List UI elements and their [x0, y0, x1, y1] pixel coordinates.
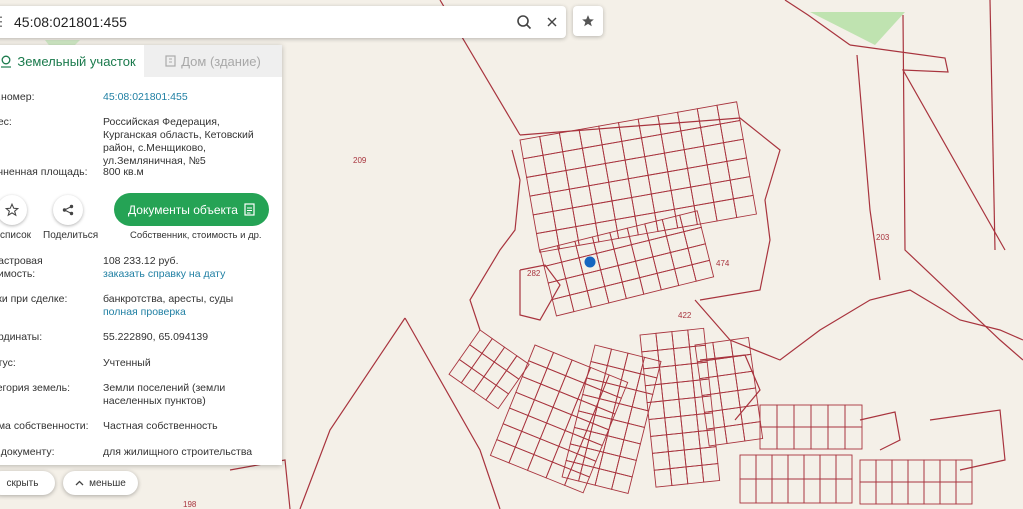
plot-label-282: 282 [527, 269, 541, 278]
area-value: 800 кв.м [103, 166, 144, 178]
chevron-up-icon [75, 480, 84, 486]
object-documents-subtitle: Собственник, стоимость и др. [130, 230, 262, 241]
status-label: атус: [0, 357, 16, 369]
clear-search-button[interactable] [538, 6, 566, 38]
tab-land-plot-label: Земельный участок [17, 53, 136, 69]
close-icon [547, 17, 557, 27]
add-to-list-button[interactable] [0, 195, 27, 225]
plot-label-474: 474 [716, 259, 730, 268]
hide-panel-label: скрыть [6, 477, 39, 489]
permitted-use-value: для жилищного строительства [103, 446, 253, 458]
show-less-button[interactable]: меньше [63, 471, 138, 495]
share-label: Поделиться [43, 230, 99, 241]
status-value: Учтенный [103, 357, 151, 369]
hide-panel-button[interactable]: скрыть [0, 471, 55, 495]
cadastral-number-label: д.номер: [0, 91, 35, 103]
deal-risks-value: банкротства, аресты, суды [103, 293, 234, 305]
tab-land-plot[interactable]: Земельный участок [0, 45, 144, 77]
ownership-label: рма собственности: [0, 420, 89, 432]
object-documents-label: Документы объекта [128, 202, 238, 217]
area-label-198: 198 [183, 500, 197, 509]
deal-risks-label: ски при сделке: [0, 293, 68, 305]
search-bar: ⋮ [0, 6, 566, 38]
cadastral-cost-label-line2: оимость: [0, 268, 36, 280]
area-label: очненная площадь: [0, 166, 88, 178]
favorite-button[interactable] [573, 6, 603, 36]
full-check-link[interactable]: полная проверка [103, 306, 275, 319]
plot-label-422: 422 [678, 311, 692, 320]
ownership-value: Частная собственность [103, 420, 218, 432]
coordinates-value: 55.222890, 65.094139 [103, 331, 209, 343]
cadastral-cost-label-line1: дастровая [0, 255, 43, 267]
tab-building[interactable]: Дом (здание) [144, 45, 282, 77]
area-label-209: 209 [353, 156, 367, 165]
share-icon [62, 204, 74, 216]
permitted-use-label: о документу: [0, 446, 55, 458]
object-documents-button[interactable]: Документы объекта [114, 193, 269, 226]
search-button[interactable] [510, 6, 538, 38]
tab-building-label: Дом (здание) [181, 53, 261, 69]
menu-icon[interactable]: ⋮ [0, 6, 8, 38]
star-outline-icon [5, 203, 19, 217]
share-button[interactable] [53, 195, 83, 225]
info-panel: Земельный участок Дом (здание) д.номер: … [0, 45, 282, 465]
cadastral-number-value[interactable]: 45:08:021801:455 [103, 91, 275, 104]
search-icon [517, 15, 532, 30]
location-icon [1, 55, 12, 68]
document-icon [244, 203, 255, 216]
star-icon [582, 15, 594, 27]
land-category-label: тегория земель: [0, 382, 71, 394]
land-category-value: Земли поселений (земли населенных пункто… [103, 382, 226, 407]
area-label-203: 203 [876, 233, 890, 242]
selected-parcel-marker[interactable] [584, 256, 596, 268]
building-icon [165, 55, 176, 67]
panel-tabs: Земельный участок Дом (здание) [0, 45, 282, 77]
coordinates-label: ординаты: [0, 331, 43, 343]
add-to-list-label: список [0, 230, 32, 241]
address-value: Российская Федерация, Курганская область… [103, 116, 254, 167]
search-input[interactable] [8, 7, 510, 37]
cadastral-cost-value: 108 233.12 руб. [103, 255, 179, 267]
order-certificate-link[interactable]: заказать справку на дату [103, 268, 275, 281]
show-less-label: меньше [89, 477, 126, 489]
address-label: рес: [0, 116, 12, 128]
